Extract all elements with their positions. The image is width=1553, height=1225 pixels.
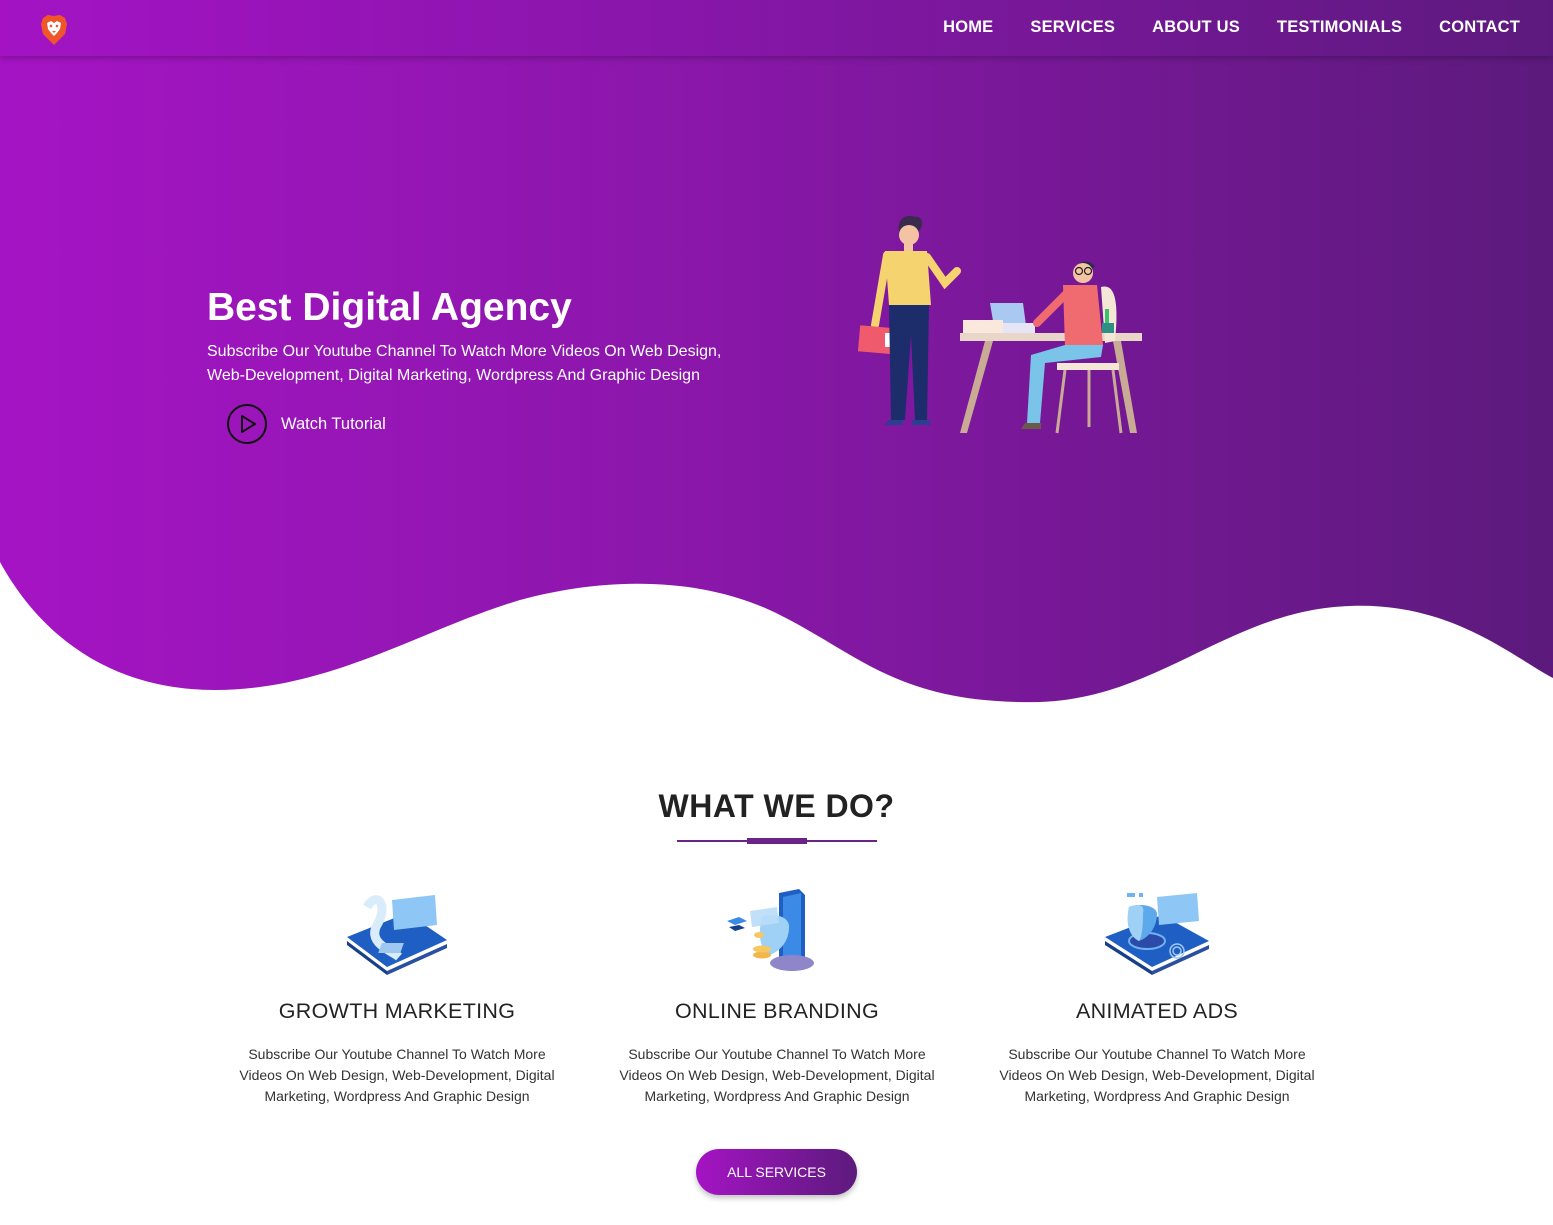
nav-link-contact[interactable]: CONTACT [1439, 18, 1520, 37]
top-navbar: HOME SERVICES ABOUT US TESTIMONIALS CONT… [0, 0, 1553, 56]
lion-shield-logo-icon[interactable] [40, 14, 68, 46]
service-card-animated-ads: ANIMATED ADS Subscribe Our Youtube Chann… [987, 885, 1327, 1107]
two-people-office-illustration-icon [857, 215, 1142, 434]
service-text: Subscribe Our Youtube Channel To Watch M… [239, 1046, 555, 1104]
hero-subtitle: Subscribe Our Youtube Channel To Watch M… [207, 343, 722, 384]
service-card-online-branding: ONLINE BRANDING Subscribe Our Youtube Ch… [607, 885, 947, 1107]
play-circle-icon [227, 404, 267, 444]
title-underline [677, 838, 877, 844]
service-card-growth-marketing: GROWTH MARKETING Subscribe Our Youtube C… [227, 885, 567, 1107]
section-title: WHAT WE DO? [658, 788, 895, 824]
hero-title: Best Digital Agency [207, 286, 572, 329]
all-services-button[interactable]: ALL SERVICES [696, 1149, 857, 1195]
nav-link-about-us[interactable]: ABOUT US [1152, 18, 1240, 37]
service-text: Subscribe Our Youtube Channel To Watch M… [999, 1046, 1315, 1104]
watch-tutorial-button[interactable]: Watch Tutorial [226, 403, 386, 445]
payment-card-phone-icon [347, 895, 447, 975]
shield-fingerprint-icon [1105, 893, 1209, 975]
nav-link-testimonials[interactable]: TESTIMONIALS [1277, 18, 1402, 37]
hero-wave-divider [0, 562, 1553, 710]
service-title: ONLINE BRANDING [674, 999, 879, 1023]
service-title: GROWTH MARKETING [278, 999, 516, 1023]
secure-coins-icon [727, 889, 814, 971]
service-title: ANIMATED ADS [1075, 999, 1239, 1023]
nav-link-home[interactable]: HOME [943, 18, 993, 37]
nav-link-services[interactable]: SERVICES [1030, 18, 1115, 37]
service-text: Subscribe Our Youtube Channel To Watch M… [619, 1046, 935, 1104]
nav-links: HOME SERVICES ABOUT US TESTIMONIALS CONT… [906, 18, 1520, 37]
watch-tutorial-label: Watch Tutorial [281, 414, 386, 433]
